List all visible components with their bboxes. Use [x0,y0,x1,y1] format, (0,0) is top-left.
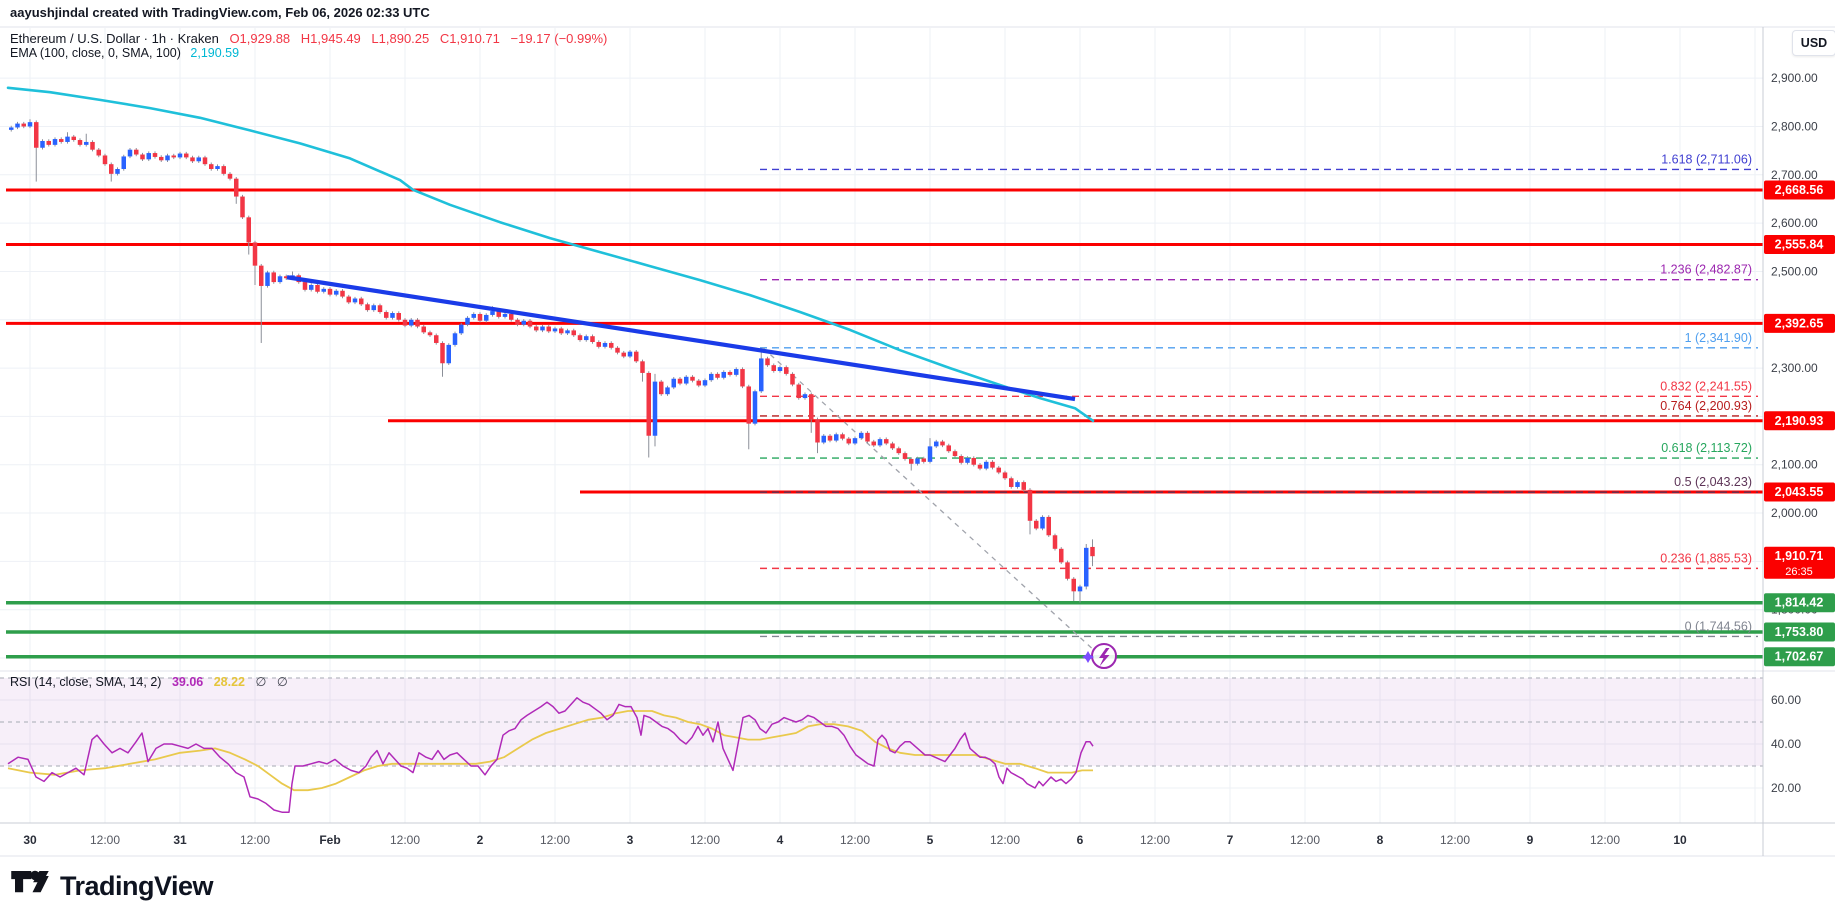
svg-text:Feb: Feb [319,833,340,847]
svg-text:40.00: 40.00 [1771,737,1801,751]
rsi-background-band [0,678,1763,766]
price-axis[interactable]: 2,900.00 2,800.00 2,700.00 2,600.00 2,500.00… [1771,71,1818,795]
svg-text:2: 2 [477,833,484,847]
currency-label: USD [1801,36,1827,50]
svg-text:0.832 (2,241.55): 0.832 (2,241.55) [1660,379,1752,393]
symbol-legend[interactable]: Ethereum / U.S. Dollar · 1h · Kraken O1,… [10,31,607,46]
svg-text:0.764 (2,200.93): 0.764 (2,200.93) [1660,399,1752,413]
tradingview-footer: TradingView [10,866,213,906]
svg-text:2,800.00: 2,800.00 [1771,119,1818,133]
ema-label: EMA (100, close, 0, SMA, 100) [10,46,181,60]
svg-text:2,600.00: 2,600.00 [1771,216,1818,230]
svg-text:9: 9 [1527,833,1534,847]
attribution-header: aayushjindal created with TradingView.co… [10,5,430,20]
svg-text:20.00: 20.00 [1771,781,1801,795]
svg-text:4: 4 [777,833,784,847]
rsi-label: RSI (14, close, SMA, 14, 2) [10,675,161,689]
svg-text:12:00: 12:00 [1590,833,1620,847]
symbol-title: Ethereum / U.S. Dollar · 1h · Kraken [10,31,219,46]
rsi-value: 39.06 [172,675,203,689]
rsi-empty-value-1: ∅ [255,675,266,689]
svg-text:2,668.56: 2,668.56 [1775,183,1824,197]
currency-chip[interactable]: USD [1792,30,1835,56]
svg-text:2,100.00: 2,100.00 [1771,458,1818,472]
rsi-ma-value: 28.22 [214,675,245,689]
svg-text:1 (2,341.90): 1 (2,341.90) [1685,331,1752,345]
price-axis-badges: 2,668.56 2,555.84 2,392.65 2,190.93 2,043.55… [1764,181,1835,667]
svg-text:31: 31 [173,833,187,847]
svg-text:2,300.00: 2,300.00 [1771,361,1818,375]
svg-text:2,500.00: 2,500.00 [1771,264,1818,278]
support-resistance-lines[interactable] [6,190,1763,657]
svg-text:6: 6 [1077,833,1084,847]
svg-text:2,043.55: 2,043.55 [1775,485,1824,499]
svg-text:12:00: 12:00 [390,833,420,847]
svg-text:2,190.93: 2,190.93 [1775,414,1824,428]
svg-text:3: 3 [627,833,634,847]
fib-retracement-levels[interactable]: 1.618 (2,711.06) 1.236 (2,482.87) 1 (2,341… [760,152,1758,636]
svg-text:12:00: 12:00 [240,833,270,847]
chart-svg: 1.618 (2,711.06) 1.236 (2,482.87) 1 (2,341… [0,0,1835,913]
svg-text:1,910.71: 1,910.71 [1775,549,1824,563]
svg-text:7: 7 [1227,833,1234,847]
svg-text:1,702.67: 1,702.67 [1775,650,1824,664]
svg-text:10: 10 [1673,833,1687,847]
ema-value: 2,190.59 [190,46,239,60]
ohlc-close: C1,910.71 [440,31,500,46]
svg-text:2,000.00: 2,000.00 [1771,506,1818,520]
rsi-legend[interactable]: RSI (14, close, SMA, 14, 2) 39.06 28.22 … [10,674,288,689]
svg-text:2,392.65: 2,392.65 [1775,316,1824,330]
rsi-empty-value-2: ∅ [277,675,288,689]
svg-text:12:00: 12:00 [840,833,870,847]
svg-text:8: 8 [1377,833,1384,847]
svg-text:12:00: 12:00 [690,833,720,847]
svg-text:12:00: 12:00 [90,833,120,847]
svg-text:1.618 (2,711.06): 1.618 (2,711.06) [1661,152,1752,166]
svg-text:1.236 (2,482.87): 1.236 (2,482.87) [1660,263,1752,277]
tradingview-logo-text[interactable]: TradingView [60,871,213,902]
ema-legend[interactable]: EMA (100, close, 0, SMA, 100) 2,190.59 [10,46,239,60]
ohlc-open: O1,929.88 [229,31,290,46]
price-change: −19.17 (−0.99%) [511,31,608,46]
svg-text:2,900.00: 2,900.00 [1771,71,1818,85]
svg-text:12:00: 12:00 [990,833,1020,847]
svg-text:0.236 (1,885.53): 0.236 (1,885.53) [1660,551,1752,565]
svg-text:0.5 (2,043.23): 0.5 (2,043.23) [1674,475,1752,489]
svg-text:26:35: 26:35 [1785,566,1813,578]
svg-text:12:00: 12:00 [540,833,570,847]
svg-text:12:00: 12:00 [1290,833,1320,847]
svg-text:0.618 (2,113.72): 0.618 (2,113.72) [1661,441,1752,455]
svg-text:5: 5 [927,833,934,847]
svg-text:12:00: 12:00 [1440,833,1470,847]
ohlc-high: H1,945.49 [301,31,361,46]
svg-text:60.00: 60.00 [1771,693,1801,707]
ohlc-low: L1,890.25 [371,31,429,46]
svg-text:12:00: 12:00 [1140,833,1170,847]
time-axis[interactable]: 30 12:00 31 12:00 Feb 12:00 2 12:00 3 12:00 4 12:00… [23,833,1687,847]
tradingview-chart-window: 1.618 (2,711.06) 1.236 (2,482.87) 1 (2,341… [0,0,1835,913]
svg-text:1,753.80: 1,753.80 [1775,625,1824,639]
tradingview-logo-icon[interactable] [10,866,50,906]
svg-text:2,555.84: 2,555.84 [1775,237,1824,251]
svg-text:2,700.00: 2,700.00 [1771,168,1818,182]
svg-text:1,814.42: 1,814.42 [1775,596,1824,610]
svg-text:0 (1,744.56): 0 (1,744.56) [1685,619,1752,633]
lightning-marker-icon[interactable] [1082,644,1116,668]
svg-text:30: 30 [23,833,37,847]
